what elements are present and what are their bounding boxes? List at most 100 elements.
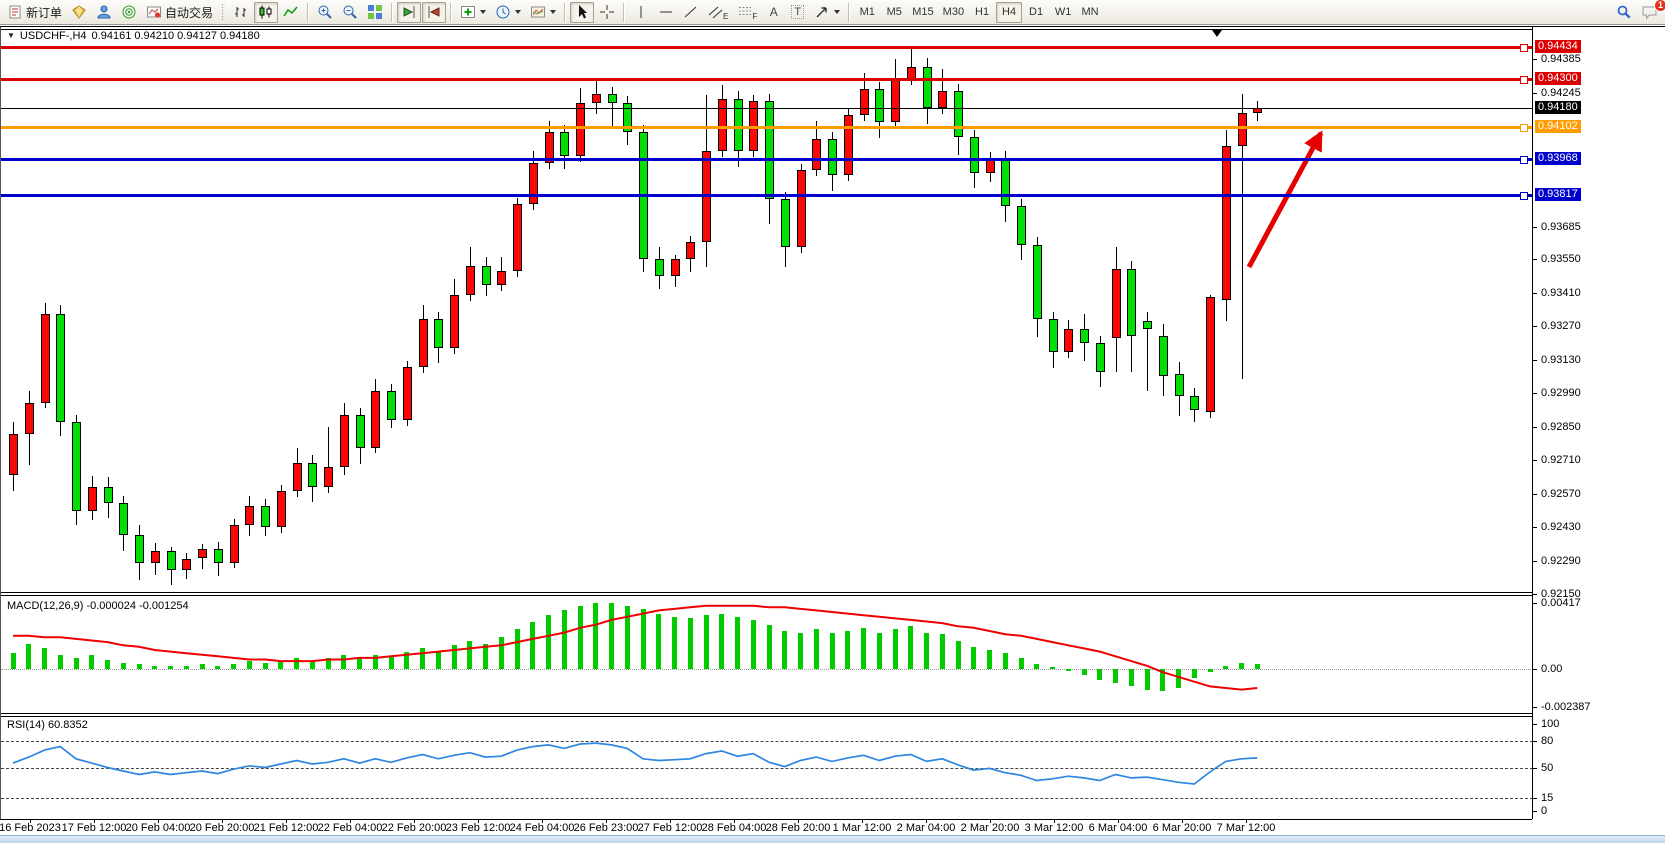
- timeframe-m1-button[interactable]: M1: [854, 2, 880, 23]
- notifications-button[interactable]: 1: [1637, 2, 1662, 23]
- panel-separator[interactable]: [1, 713, 1532, 714]
- candle-body: [261, 506, 270, 528]
- toolbar-grip[interactable]: [221, 3, 225, 21]
- candle-body: [875, 89, 884, 123]
- macd-histogram-bar: [893, 629, 898, 669]
- bar-chart-button[interactable]: [229, 2, 253, 23]
- rsi-scale-tick: [1533, 811, 1537, 812]
- price-tick-label: 0.93685: [1541, 221, 1581, 233]
- macd-histogram-bar: [861, 628, 866, 669]
- search-button[interactable]: [1612, 2, 1636, 23]
- macd-histogram-bar: [1034, 664, 1039, 669]
- horizontal-price-line[interactable]: [1, 194, 1532, 197]
- channel-tool-button[interactable]: E: [704, 2, 732, 23]
- timeframe-toolbar: M1M5M15M30H1H4D1W1MN: [854, 2, 1103, 23]
- timeframe-m30-button[interactable]: M30: [939, 2, 968, 23]
- rsi-scale-label: 50: [1541, 762, 1553, 774]
- text-tool-button[interactable]: A: [762, 2, 785, 23]
- cursor-button[interactable]: [570, 2, 594, 23]
- time-axis[interactable]: 16 Feb 202317 Feb 12:0020 Feb 04:0020 Fe…: [0, 819, 1532, 835]
- candle-body: [844, 115, 853, 175]
- chart-shift-icon: [426, 4, 442, 20]
- trend-arrow[interactable]: [1249, 133, 1321, 267]
- zoom-out-button[interactable]: [338, 2, 362, 23]
- timeframe-d1-button[interactable]: D1: [1023, 2, 1049, 23]
- candle-body: [576, 103, 585, 156]
- line-anchor-marker[interactable]: [1520, 192, 1528, 200]
- zoom-in-button[interactable]: [313, 2, 337, 23]
- timeframe-h1-button[interactable]: H1: [969, 2, 995, 23]
- time-label: 20 Feb 04:00: [126, 822, 191, 834]
- trendline-tool-button[interactable]: [679, 2, 703, 23]
- indicators-button[interactable]: [456, 2, 490, 23]
- channel-glyph-label: E: [723, 12, 728, 21]
- candle-body: [56, 314, 65, 422]
- chart-dropdown-icon[interactable]: ▼: [7, 32, 15, 40]
- macd-histogram-bar: [1176, 669, 1181, 688]
- candle-body: [1049, 319, 1058, 353]
- signals-button[interactable]: [117, 2, 141, 23]
- horizontal-price-line[interactable]: [1, 46, 1532, 49]
- macd-histogram-bar: [1019, 658, 1024, 669]
- autotrading-button[interactable]: 自动交易: [142, 2, 217, 23]
- candle-body: [450, 295, 459, 348]
- line-anchor-marker[interactable]: [1520, 76, 1528, 84]
- panel-separator[interactable]: [1, 592, 1532, 593]
- candle-body: [686, 242, 695, 259]
- macd-histogram-bar: [1145, 669, 1150, 690]
- price-tick: [1533, 393, 1537, 394]
- candle-body: [88, 487, 97, 511]
- candle-body: [765, 101, 774, 199]
- toolbar-separator: [391, 3, 393, 22]
- arrows-tool-button[interactable]: [810, 2, 844, 23]
- new-order-button[interactable]: 新订单: [3, 2, 66, 23]
- timeframe-m15-button[interactable]: M15: [908, 2, 937, 23]
- chart-shift-button[interactable]: [422, 2, 446, 23]
- time-label: 21 Feb 12:00: [254, 822, 319, 834]
- time-label: 28 Feb 20:00: [766, 822, 831, 834]
- candle-body: [1033, 245, 1042, 319]
- timeframe-mn-button[interactable]: MN: [1077, 2, 1103, 23]
- price-tick-label: 0.92290: [1541, 555, 1581, 567]
- timeframe-w1-button[interactable]: W1: [1050, 2, 1076, 23]
- timeframe-h4-button[interactable]: H4: [996, 2, 1022, 23]
- horizontal-price-line[interactable]: [1, 126, 1532, 129]
- tile-windows-button[interactable]: [363, 2, 387, 23]
- templates-button[interactable]: [526, 2, 560, 23]
- line-anchor-marker[interactable]: [1520, 124, 1528, 132]
- chart-canvas[interactable]: ▼ USDCHF-,H4 0.94161 0.94210 0.94127 0.9…: [0, 27, 1532, 819]
- candlestick-chart-button[interactable]: [254, 2, 278, 23]
- chart-shift-marker[interactable]: [1212, 30, 1222, 37]
- toolbar-separator: [450, 3, 452, 22]
- macd-histogram-bar: [562, 610, 567, 669]
- line-chart-button[interactable]: [279, 2, 303, 23]
- notification-badge: 1: [1654, 0, 1665, 12]
- crosshair-button[interactable]: [595, 2, 619, 23]
- candle-body: [781, 199, 790, 247]
- auto-scroll-button[interactable]: [397, 2, 421, 23]
- vertical-line-tool-button[interactable]: [629, 2, 653, 23]
- fibonacci-tool-button[interactable]: F: [733, 2, 761, 23]
- horizontal-price-line[interactable]: [1, 158, 1532, 161]
- timeframe-m5-button[interactable]: M5: [881, 2, 907, 23]
- macd-histogram-bar: [1223, 666, 1228, 669]
- macd-histogram-bar: [1082, 669, 1087, 675]
- candle-body: [608, 94, 617, 104]
- time-label: 2 Mar 20:00: [961, 822, 1020, 834]
- line-anchor-marker[interactable]: [1520, 156, 1528, 164]
- macd-indicator-label: MACD(12,26,9) -0.000024 -0.001254: [7, 600, 189, 612]
- macd-histogram-bar: [452, 645, 457, 669]
- market-watch-button[interactable]: [67, 2, 91, 23]
- label-tool-button[interactable]: T: [786, 2, 809, 23]
- panel-separator[interactable]: [1, 716, 1532, 717]
- macd-scale-tick: [1533, 603, 1537, 604]
- periods-button[interactable]: [491, 2, 525, 23]
- price-tick-label: 0.93130: [1541, 354, 1581, 366]
- toolbar-separator: [564, 3, 566, 22]
- horizontal-price-line[interactable]: [1, 78, 1532, 81]
- line-anchor-marker[interactable]: [1520, 44, 1528, 52]
- panel-separator[interactable]: [1, 595, 1532, 596]
- price-axis[interactable]: 0.944340.943000.941800.941020.939680.938…: [1532, 27, 1665, 819]
- navigator-button[interactable]: [92, 2, 116, 23]
- horizontal-line-tool-button[interactable]: [654, 2, 678, 23]
